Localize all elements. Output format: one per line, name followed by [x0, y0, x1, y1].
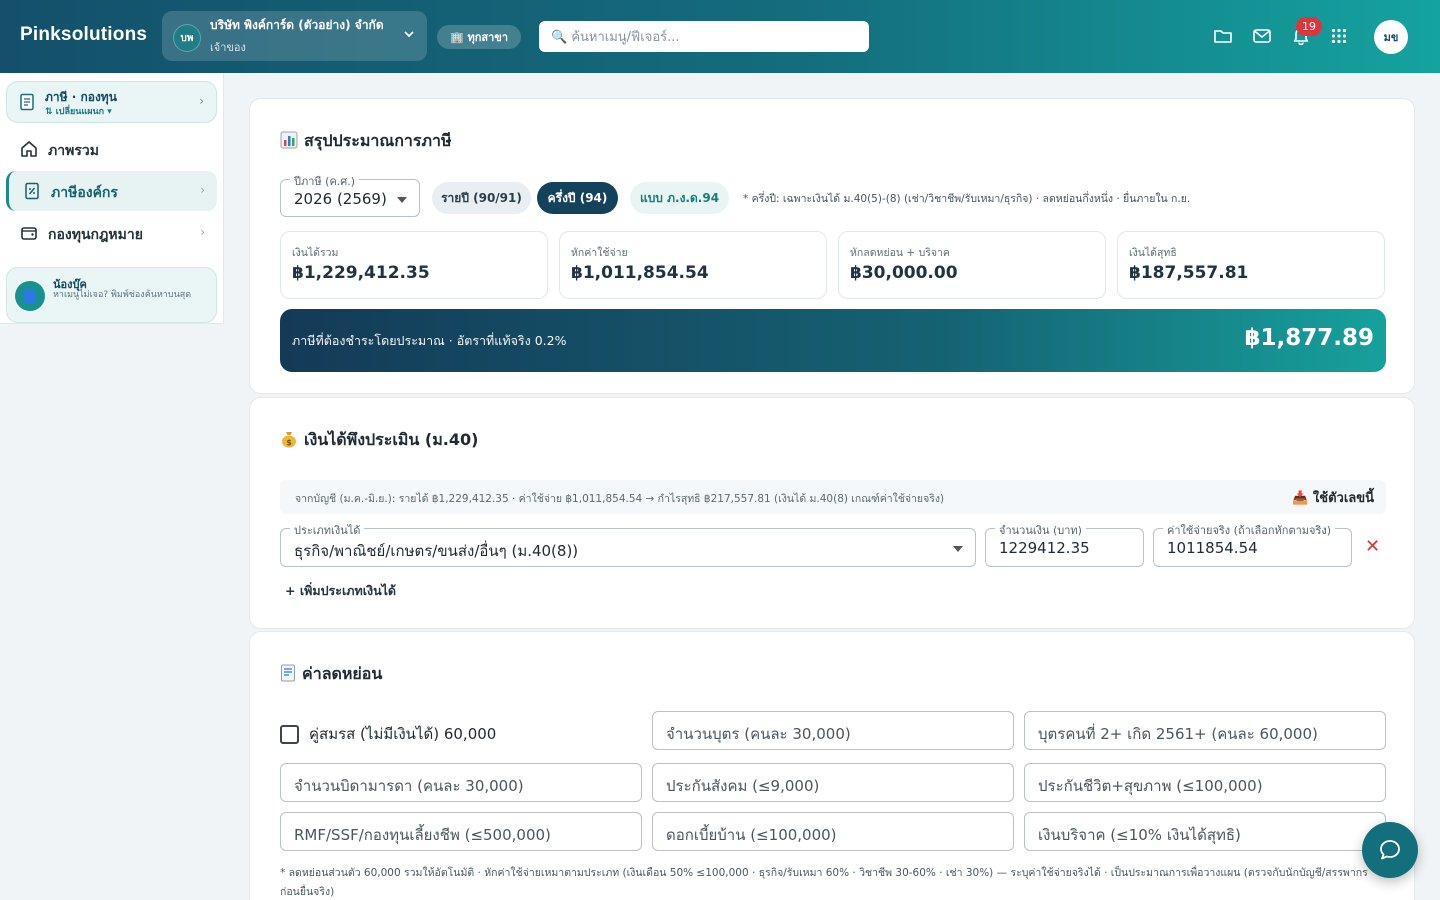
- brand-logo[interactable]: Pinksolutions: [20, 24, 147, 46]
- branch-selector[interactable]: 🏢 ทุกสาขา: [437, 25, 521, 49]
- home-interest-input[interactable]: ดอกเบี้ยบ้าน (≤100,000): [652, 812, 1014, 851]
- sidebar-item-overview[interactable]: ภาพรวม: [6, 129, 217, 169]
- section-title: สรุปประมาณการภาษี: [280, 129, 452, 154]
- stat-net-income: เงินได้สุทธิ ฿187,557.81: [1117, 231, 1385, 299]
- caret-down-icon: [397, 197, 407, 203]
- receipt-icon: [280, 664, 296, 686]
- module-switch-label: ⇅ เปลี่ยนแผนก ▾: [45, 107, 112, 117]
- yearly-mode-button[interactable]: รายปี (90/91): [432, 182, 531, 214]
- chevron-right-icon: ›: [200, 183, 205, 197]
- tax-doc-icon: [23, 182, 41, 200]
- apps-grid-icon[interactable]: [1327, 24, 1351, 48]
- children-count-input[interactable]: จำนวนบุตร (คนละ 30,000): [652, 711, 1014, 750]
- wallet-icon: [20, 224, 38, 242]
- company-name: บริษัท พิงค์การ์ด (ตัวอย่าง) จำกัด: [210, 18, 384, 32]
- tax-year-select[interactable]: ปีภาษี (ค.ศ.) 2026 (2569): [280, 172, 420, 217]
- bar-chart-icon: [280, 131, 298, 153]
- stat-deductions: หักลดหย่อน + บริจาค ฿30,000.00: [838, 231, 1106, 299]
- folder-icon[interactable]: [1211, 24, 1235, 48]
- half-year-mode-button[interactable]: ครึ่งปี (94): [537, 182, 618, 214]
- user-avatar[interactable]: มข: [1374, 20, 1408, 54]
- mail-icon[interactable]: [1250, 24, 1274, 48]
- tax-due-value: ฿1,877.89: [1244, 325, 1375, 351]
- section-title: $ เงินได้พึงประเมิน (ม.40): [280, 428, 478, 453]
- sidebar-item-legal-funds[interactable]: กองทุนกฎหมาย ›: [6, 213, 217, 253]
- section-title: ค่าลดหย่อน: [280, 662, 382, 687]
- sidebar: ภาษี · กองทุน ⇅ เปลี่ยนแผนก ▾ › ภาพรวม ภ…: [0, 73, 224, 324]
- book-icon: [15, 281, 45, 311]
- sidebar-item-label: ภาษีองค์กร: [51, 185, 118, 201]
- sidebar-item-corporate-tax[interactable]: ภาษีองค์กร ›: [6, 171, 217, 211]
- stat-expenses: หักค่าใช้จ่าย ฿1,011,854.54: [559, 231, 827, 299]
- ledger-hint: จากบัญชี (ม.ค.-มิ.ย.): รายได้ ฿1,229,412…: [280, 480, 1386, 514]
- actual-expense-input[interactable]: ค่าใช้จ่ายจริง (ถ้าเลือกหักตามจริง) 1011…: [1153, 521, 1352, 567]
- notification-badge: 19: [1296, 17, 1322, 36]
- parents-count-input[interactable]: จำนวนบิดามารดา (คนละ 30,000): [280, 763, 642, 802]
- chevron-right-icon: ›: [199, 94, 204, 108]
- top-bar: Pinksolutions บพ บริษัท พิงค์การ์ด (ตัวอ…: [0, 0, 1440, 73]
- income-card: $ เงินได้พึงประเมิน (ม.40) จากบัญชี (ม.ค…: [249, 397, 1415, 629]
- income-amount-input[interactable]: จำนวนเงิน (บาท) 1229412.35: [985, 521, 1144, 567]
- caret-down-icon: [953, 546, 963, 552]
- half-year-note: * ครึ่งปี: เฉพาะเงินได้ ม.40(5)-(8) (เช่…: [743, 193, 1191, 205]
- deductions-card: ค่าลดหย่อน คู่สมรส (ไม่มีเงินได้) 60,000…: [249, 631, 1415, 900]
- chat-button[interactable]: [1362, 822, 1418, 878]
- module-switcher[interactable]: ภาษี · กองทุน ⇅ เปลี่ยนแผนก ▾ ›: [6, 81, 217, 123]
- tax-due-banner: ภาษีที่ต้องชำระโดยประมาณ · อัตราที่แท้จร…: [280, 309, 1386, 372]
- home-icon: [20, 140, 38, 158]
- second-child-count-input[interactable]: บุตรคนที่ 2+ เกิด 2561+ (คนละ 60,000): [1024, 711, 1386, 750]
- life-health-insurance-input[interactable]: ประกันชีวิต+สุขภาพ (≤100,000): [1024, 763, 1386, 802]
- income-type-select[interactable]: ประเภทเงินได้ ธุรกิจ/พาณิชย์/เกษตร/ขนส่ง…: [280, 521, 976, 567]
- tax-summary-card: สรุปประมาณการภาษี ปีภาษี (ค.ศ.) 2026 (25…: [249, 98, 1415, 394]
- chevron-down-icon: [403, 28, 415, 43]
- chat-bubble-icon: [1380, 840, 1400, 860]
- assistant-hint: หาเมนูไม่เจอ? พิมพ์ช่องค้นหาบนสุด: [53, 290, 192, 300]
- search-input[interactable]: 🔍 ค้นหาเมนู/ฟีเจอร์...: [539, 21, 869, 52]
- donation-input[interactable]: เงินบริจาค (≤10% เงินได้สุทธิ): [1024, 812, 1386, 851]
- tax-year-label: ปีภาษี (ค.ศ.): [290, 172, 360, 190]
- svg-text:$: $: [286, 438, 292, 447]
- chevron-right-icon: ›: [200, 225, 205, 239]
- deductions-footnote: * ลดหย่อนส่วนตัว 60,000 รวมให้อัตโนมัติ …: [280, 867, 1368, 898]
- money-bag-icon: $: [280, 430, 298, 452]
- use-figures-button[interactable]: 📥 ใช้ตัวเลขนี้: [1292, 487, 1374, 508]
- assistant-card[interactable]: น้องบุ๊ค หาเมนูไม่เจอ? พิมพ์ช่องค้นหาบนส…: [6, 267, 217, 323]
- add-income-type-button[interactable]: + เพิ่มประเภทเงินได้: [285, 581, 396, 601]
- sidebar-item-label: กองทุนกฎหมาย: [48, 227, 143, 243]
- form-pnd94-badge[interactable]: แบบ ภ.ง.ด.94: [630, 182, 729, 214]
- company-avatar: บพ: [173, 24, 201, 52]
- tax-year-value: 2026 (2569): [294, 190, 387, 208]
- checkbox[interactable]: [280, 724, 299, 744]
- spouse-deduction-checkbox[interactable]: คู่สมรส (ไม่มีเงินได้) 60,000: [280, 722, 496, 746]
- sidebar-item-label: ภาพรวม: [48, 143, 99, 159]
- remove-income-button[interactable]: ✕: [1365, 536, 1380, 557]
- stat-total-income: เงินได้รวม ฿1,229,412.35: [280, 231, 548, 299]
- social-security-input[interactable]: ประกันสังคม (≤9,000): [652, 763, 1014, 802]
- company-switcher[interactable]: บพ บริษัท พิงค์การ์ด (ตัวอย่าง) จำกัด เจ…: [162, 11, 427, 61]
- tax-due-label: ภาษีที่ต้องชำระโดยประมาณ · อัตราที่แท้จร…: [292, 333, 567, 348]
- rmf-ssf-fund-input[interactable]: RMF/SSF/กองทุนเลี้ยงชีพ (≤500,000): [280, 812, 642, 851]
- receipt-icon: [18, 93, 36, 111]
- ledger-hint-text: จากบัญชี (ม.ค.-มิ.ย.): รายได้ ฿1,229,412…: [295, 493, 945, 505]
- company-role: เจ้าของ: [210, 41, 246, 54]
